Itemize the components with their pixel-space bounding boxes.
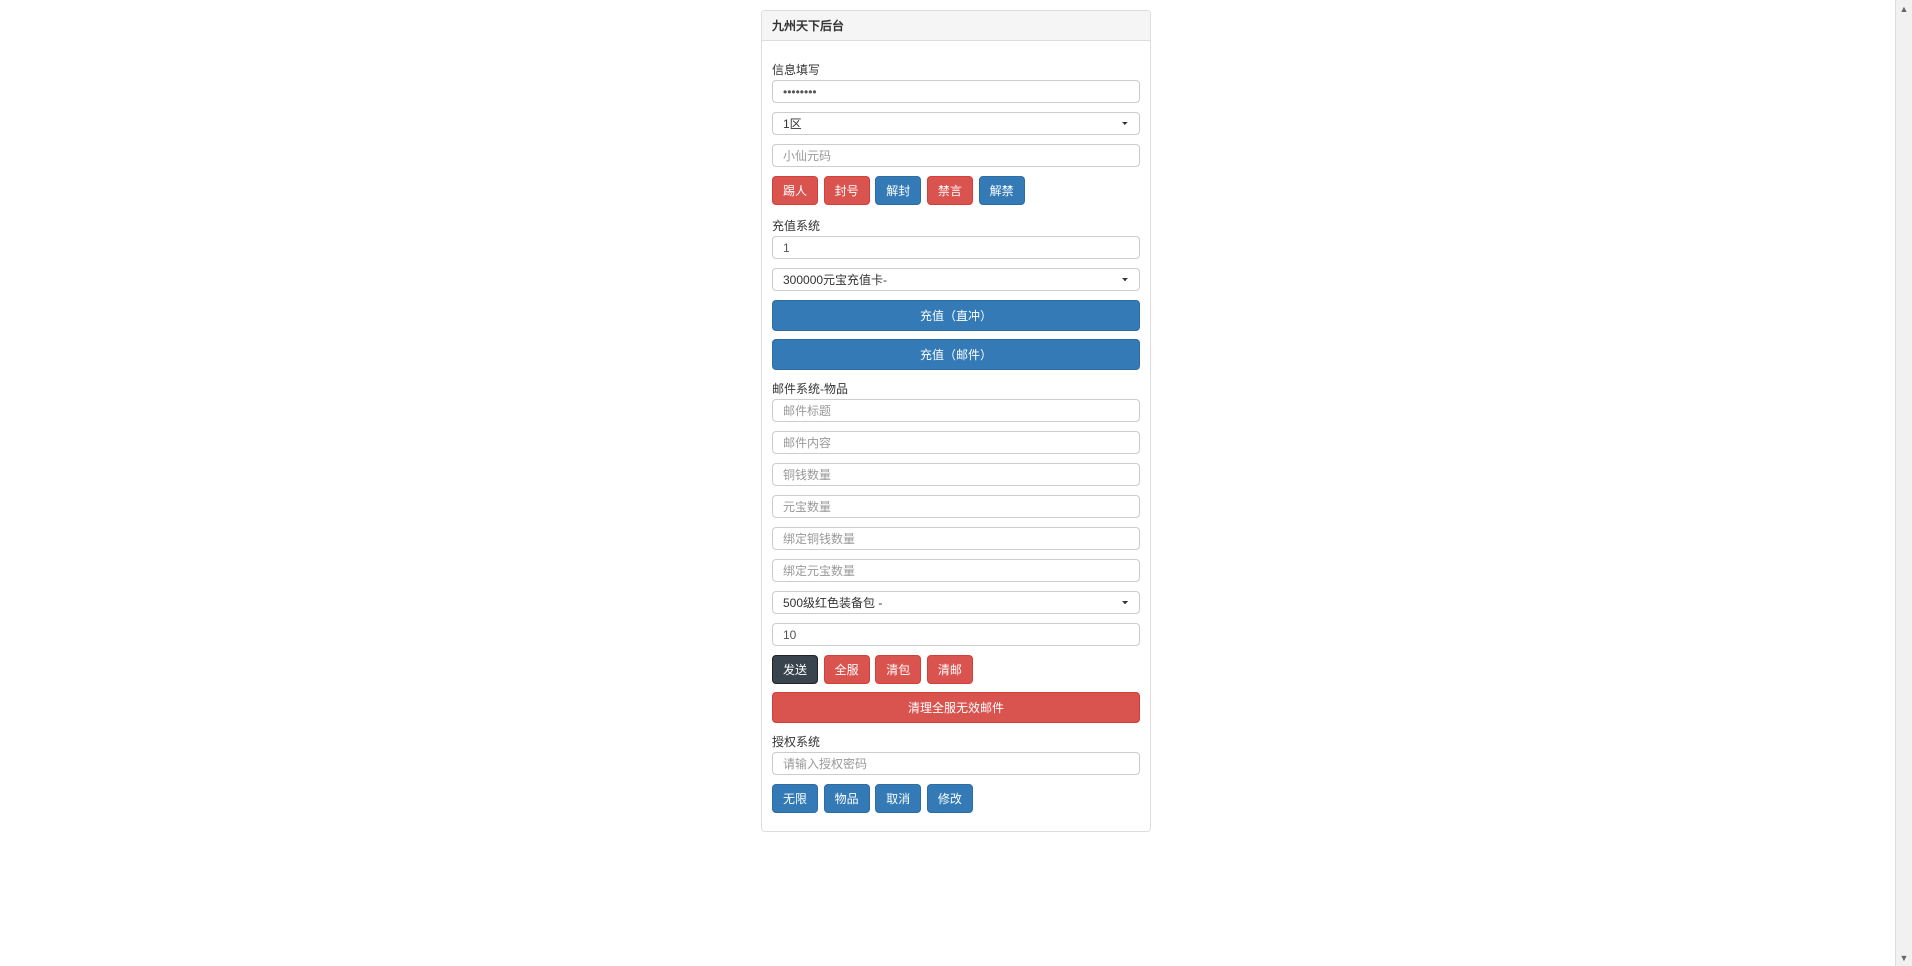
player-name-input[interactable] (772, 144, 1140, 167)
password-input[interactable] (772, 80, 1140, 103)
section-label-auth: 授权系统 (772, 733, 1140, 750)
unban-button[interactable]: 解封 (875, 176, 921, 205)
panel-title: 九州天下后台 (762, 11, 1150, 41)
section-label-info: 信息填写 (772, 61, 1140, 78)
admin-panel: 九州天下后台 信息填写 1区 踢人 封号 解封 禁言 解禁 充值系统 30000… (761, 10, 1151, 832)
modify-button[interactable]: 修改 (927, 784, 973, 813)
zone-select[interactable]: 1区 (772, 112, 1140, 135)
mail-title-input[interactable] (772, 399, 1140, 422)
section-label-mail: 邮件系统-物品 (772, 380, 1140, 397)
mail-button-row: 发送 全服 清包 清邮 (772, 655, 1140, 686)
clearmail-button[interactable]: 清邮 (927, 655, 973, 684)
section-label-recharge: 充值系统 (772, 217, 1140, 234)
item-select[interactable]: 500级红色装备包 - (772, 591, 1140, 614)
item-qty-input[interactable] (772, 623, 1140, 646)
recharge-qty-input[interactable] (772, 236, 1140, 259)
info-button-row: 踢人 封号 解封 禁言 解禁 (772, 176, 1140, 207)
kick-button[interactable]: 踢人 (772, 176, 818, 205)
scroll-down-icon[interactable] (1896, 949, 1912, 966)
clear-invalid-mail-button[interactable]: 清理全服无效邮件 (772, 692, 1140, 723)
ban-button[interactable]: 封号 (824, 176, 870, 205)
allserver-button[interactable]: 全服 (824, 655, 870, 684)
scrollbar[interactable] (1895, 0, 1912, 966)
copper-amount-input[interactable] (772, 463, 1140, 486)
panel-body: 信息填写 1区 踢人 封号 解封 禁言 解禁 充值系统 300000元宝充值卡-… (762, 41, 1150, 831)
gold-amount-input[interactable] (772, 495, 1140, 518)
auth-password-input[interactable] (772, 752, 1140, 775)
scroll-up-icon[interactable] (1896, 0, 1912, 17)
recharge-card-select[interactable]: 300000元宝充值卡- (772, 268, 1140, 291)
auth-button-row: 无限 物品 取消 修改 (772, 784, 1140, 815)
mute-button[interactable]: 禁言 (927, 176, 973, 205)
recharge-direct-button[interactable]: 充值（直冲） (772, 300, 1140, 331)
cancel-button[interactable]: 取消 (875, 784, 921, 813)
unmute-button[interactable]: 解禁 (979, 176, 1025, 205)
mail-body-input[interactable] (772, 431, 1140, 454)
unlimited-button[interactable]: 无限 (772, 784, 818, 813)
bind-gold-amount-input[interactable] (772, 559, 1140, 582)
clearbag-button[interactable]: 清包 (875, 655, 921, 684)
bind-copper-amount-input[interactable] (772, 527, 1140, 550)
send-button[interactable]: 发送 (772, 655, 818, 684)
recharge-mail-button[interactable]: 充值（邮件） (772, 339, 1140, 370)
items-button[interactable]: 物品 (824, 784, 870, 813)
